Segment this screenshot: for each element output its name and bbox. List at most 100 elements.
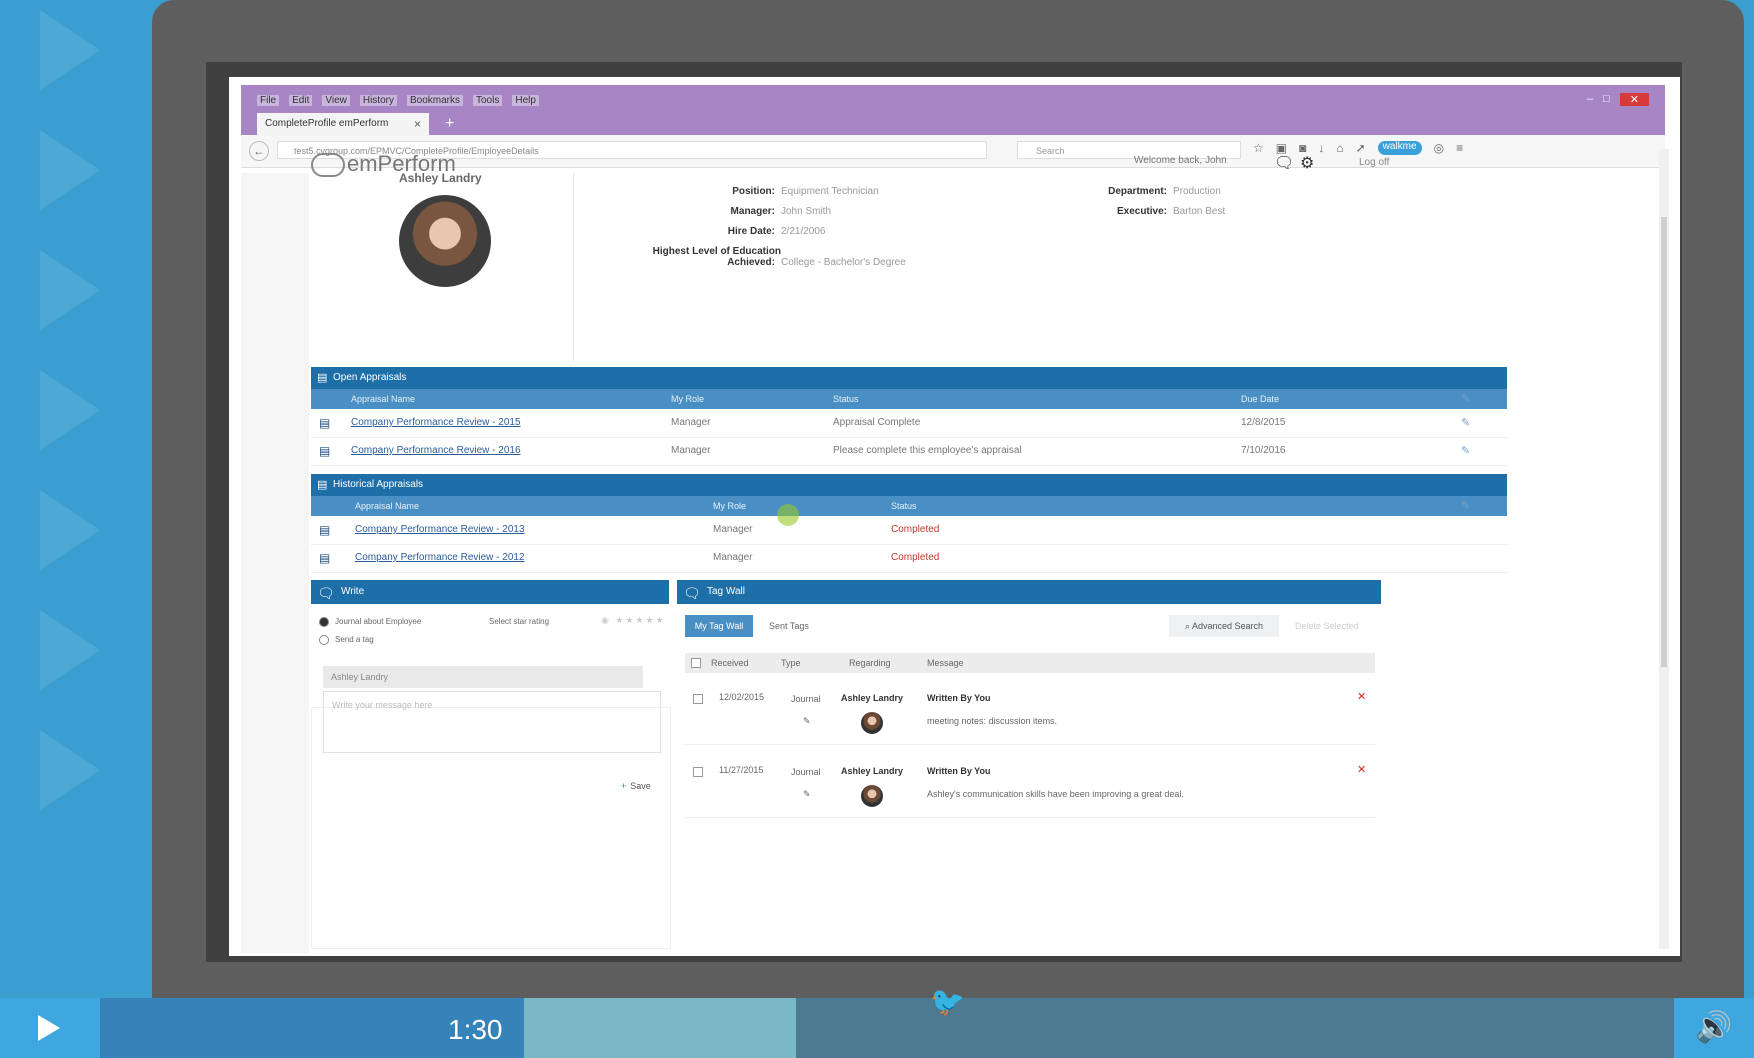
chat-icon: 🗨	[317, 585, 335, 601]
star-rating-input[interactable]: ◉ ★★★★★	[601, 615, 666, 626]
background-shape	[40, 130, 100, 210]
document-icon: ▤	[319, 523, 331, 537]
progress-buffered[interactable]	[524, 998, 796, 1058]
menu-tools[interactable]: Tools	[473, 95, 503, 106]
row-checkbox[interactable]	[693, 767, 703, 777]
table-row[interactable]: ▤ Company Performance Review - 2016 Mana…	[311, 437, 1507, 466]
message-textarea[interactable]: Write your message here	[323, 691, 661, 753]
delete-selected-button[interactable]: Delete Selected	[1295, 621, 1359, 631]
field-position: Position: Equipment Technician	[732, 186, 879, 197]
send-icon[interactable]: ➚	[1356, 141, 1366, 155]
edit-icon: ✎	[1461, 393, 1471, 405]
tag-recipient-input[interactable]: Ashley Landry	[323, 666, 643, 688]
mouse-cursor-highlight	[777, 504, 799, 526]
browser-titlebar: File Edit View History Bookmarks Tools H…	[241, 85, 1665, 137]
table-row[interactable]: ▤ Company Performance Review - 2013 Mana…	[311, 516, 1507, 545]
tab-sent-tags[interactable]: Sent Tags	[769, 621, 809, 631]
menu-view[interactable]: View	[322, 95, 350, 106]
left-gutter	[241, 173, 309, 953]
delete-x-icon[interactable]: ✕	[1357, 763, 1366, 776]
browser-menu: File Edit View History Bookmarks Tools H…	[257, 95, 539, 106]
write-panel-header: 🗨 Write	[311, 580, 669, 604]
menu-help[interactable]: Help	[512, 95, 539, 106]
chat-icon[interactable]: 🗨	[1274, 153, 1294, 173]
minimize-icon[interactable]: –	[1587, 93, 1593, 106]
menu-file[interactable]: File	[257, 95, 280, 106]
delete-x-icon[interactable]: ✕	[1357, 690, 1366, 703]
field-department: Department: Production	[1108, 186, 1221, 197]
progress-remaining[interactable]	[796, 998, 1674, 1058]
advanced-search-button[interactable]: ⌕ Advanced Search	[1169, 615, 1279, 637]
field-hire-date: Hire Date: 2/21/2006	[727, 226, 826, 237]
save-button[interactable]: Save	[621, 781, 651, 791]
radio-send-tag[interactable]: Send a tag	[319, 635, 374, 645]
menu-history[interactable]: History	[359, 95, 397, 106]
historical-appraisals-columns: Appraisal Name My Role Status ✎	[311, 496, 1507, 516]
pencil-icon: ✎	[803, 789, 811, 799]
star-rating-label: Select star rating	[489, 617, 550, 626]
bookmark-star-icon[interactable]: ☆	[1253, 141, 1264, 155]
open-appraisals-columns: Appraisal Name My Role Status Due Date ✎	[311, 389, 1507, 409]
open-appraisals-header[interactable]: Open Appraisals	[311, 367, 1507, 389]
regarding-avatar	[861, 712, 883, 734]
volume-icon[interactable]: 🔊	[1674, 998, 1754, 1058]
field-manager: Manager: John Smith	[730, 206, 832, 217]
background-shape	[40, 10, 100, 90]
row-checkbox[interactable]	[693, 694, 703, 704]
gear-icon[interactable]: ⚙	[1300, 153, 1314, 173]
tag-wall-row: 11/27/2015 Journal ✎ Ashley Landry Writt…	[685, 753, 1375, 818]
home-icon[interactable]: ⌂	[1336, 141, 1343, 155]
historical-appraisals-header[interactable]: Historical Appraisals	[311, 474, 1507, 496]
chat-icon: 🗨	[683, 585, 701, 601]
radio-journal[interactable]: Journal about Employee	[319, 617, 421, 627]
tab-title: CompleteProfile emPerform	[265, 118, 389, 129]
appraisal-link[interactable]: Company Performance Review - 2015	[351, 409, 521, 437]
employee-avatar	[399, 195, 491, 287]
edit-icon[interactable]: ✎	[1461, 437, 1470, 465]
extension-icon[interactable]: ◎	[1434, 141, 1444, 155]
edit-icon[interactable]: ✎	[1461, 409, 1470, 437]
background-shape	[40, 250, 100, 330]
appraisal-link[interactable]: Company Performance Review - 2013	[355, 516, 525, 544]
twitter-bird-icon[interactable]: 🐦	[930, 985, 965, 1018]
playback-time: 1:30	[448, 1014, 503, 1045]
walkme-button[interactable]: walkme	[1377, 141, 1422, 155]
appraisal-link[interactable]: Company Performance Review - 2012	[355, 544, 525, 572]
background-shape	[40, 370, 100, 450]
select-all-checkbox[interactable]	[691, 658, 701, 668]
document-icon: ▤	[319, 444, 331, 458]
field-executive: Executive: Barton Best	[1116, 206, 1226, 217]
scrollbar-thumb[interactable]	[1661, 217, 1667, 667]
background-shape	[40, 730, 100, 810]
background-shape	[40, 490, 100, 570]
tag-wall-columns: Received Type Regarding Message	[685, 653, 1375, 673]
document-icon: ▤	[319, 416, 331, 430]
tag-wall-row: 12/02/2015 Journal ✎ Ashley Landry Writt…	[685, 680, 1375, 745]
document-icon: ▤	[319, 551, 331, 565]
table-row[interactable]: ▤ Company Performance Review - 2012 Mana…	[311, 544, 1507, 573]
window-controls: – □ ✕	[1587, 93, 1649, 106]
download-icon[interactable]: ↓	[1318, 141, 1324, 155]
play-icon[interactable]	[0, 998, 100, 1058]
close-window-icon[interactable]: ✕	[1619, 93, 1649, 106]
appraisal-link[interactable]: Company Performance Review - 2016	[351, 437, 521, 465]
background-shape	[40, 610, 100, 690]
menu-edit[interactable]: Edit	[289, 95, 313, 106]
back-arrow-icon[interactable]: ←	[249, 141, 269, 161]
maximize-icon[interactable]: □	[1603, 93, 1610, 106]
table-row[interactable]: ▤ Company Performance Review - 2015 Mana…	[311, 409, 1507, 438]
tag-wall-header: 🗨 Tag Wall	[677, 580, 1381, 604]
regarding-avatar	[861, 785, 883, 807]
menu-bookmarks[interactable]: Bookmarks	[406, 95, 463, 106]
new-tab-icon[interactable]: +	[445, 115, 454, 133]
app-screen: File Edit View History Bookmarks Tools H…	[229, 77, 1680, 956]
logoff-link[interactable]: Log off	[1359, 157, 1389, 168]
tab-my-tag-wall[interactable]: My Tag Wall	[685, 615, 753, 637]
hamburger-menu-icon[interactable]: ≡	[1456, 141, 1463, 155]
search-icon: ⌕	[1184, 621, 1192, 631]
employee-name: Ashley Landry	[399, 171, 482, 185]
welcome-text: Welcome back, John	[1134, 155, 1227, 166]
close-tab-icon[interactable]: ×	[414, 117, 421, 131]
edit-icon: ✎	[1461, 500, 1471, 512]
browser-tab[interactable]: CompleteProfile emPerform ×	[257, 113, 429, 137]
